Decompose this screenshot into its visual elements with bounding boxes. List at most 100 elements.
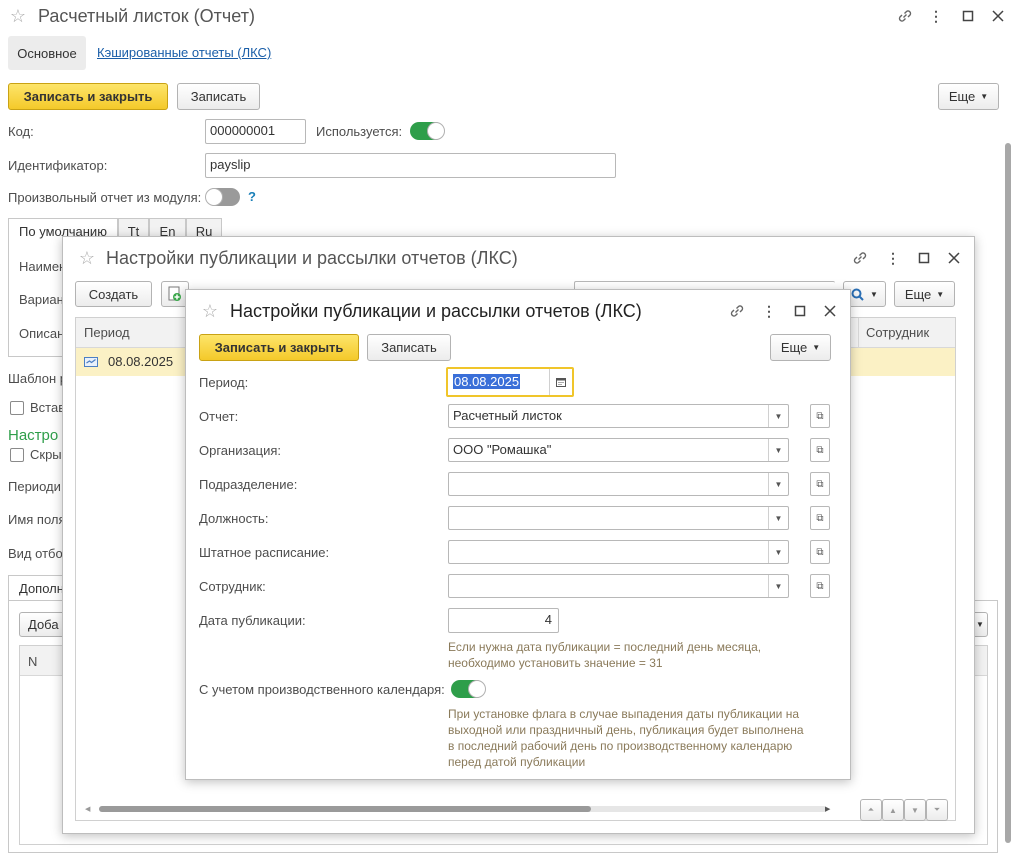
used-label: Используется: [316,124,403,139]
department-dropdown-button[interactable]: ▼ [768,473,788,495]
employee-label: Сотрудник: [199,579,266,594]
link-icon[interactable] [895,6,915,26]
calendar-toggle[interactable] [451,680,486,698]
employee-open-button[interactable]: ⧉ [810,574,830,598]
custom-report-toggle[interactable] [205,188,240,206]
link-icon[interactable] [727,301,747,321]
chevron-down-icon: ▼ [980,92,989,101]
column-period: Период [84,325,130,340]
tab-additional[interactable]: Дополн [8,575,64,600]
organization-label: Организация: [199,443,282,458]
staffing-dropdown-button[interactable]: ▼ [768,541,788,563]
hide-label: Скры [30,447,62,462]
close-icon[interactable] [944,248,964,268]
used-toggle[interactable] [410,122,445,140]
record-icon [84,357,98,367]
link-icon[interactable] [850,248,870,268]
search-icon [851,288,864,301]
position-open-button[interactable]: ⧉ [810,506,830,530]
main-scrollbar[interactable] [1005,143,1011,843]
employee-field[interactable]: ▼ [448,574,789,598]
more-vertical-icon[interactable]: ⋮ [759,301,779,321]
close-icon[interactable] [820,301,840,321]
column-n: N [28,654,38,669]
scroll-up-button[interactable]: ▲ [882,799,904,821]
period-field[interactable]: 08.08.2025 [446,367,574,397]
dialog-title: Настройки публикации и рассылки отчетов … [230,301,642,321]
field-name-label: Имя поля [8,512,66,527]
tab-cached-reports[interactable]: Кэшированные отчеты (ЛКС) [97,45,271,60]
dialog-save-and-close-button[interactable]: Записать и закрыть [199,334,359,361]
horizontal-scrollbar-thumb[interactable] [99,806,591,812]
dialog-more-label: Еще [780,340,808,355]
close-icon[interactable] [988,6,1008,26]
save-and-close-button[interactable]: Записать и закрыть [8,83,168,110]
organization-dropdown-button[interactable]: ▼ [768,439,788,461]
organization-field[interactable]: ООО "Ромашка" ▼ [448,438,789,462]
save-label: Записать [190,89,247,104]
department-field[interactable]: ▼ [448,472,789,496]
identifier-field[interactable]: payslip [205,153,616,178]
department-open-button[interactable]: ⧉ [810,472,830,496]
scroll-right-icon[interactable]: ▶ [825,805,830,813]
horizontal-scrollbar-track[interactable] [99,806,827,812]
report-open-button[interactable]: ⧉ [810,404,830,428]
list-more-button[interactable]: Еще ▼ [894,281,955,307]
position-field[interactable]: ▼ [448,506,789,530]
tab-cached-reports-label: Кэшированные отчеты (ЛКС) [97,45,272,60]
favorite-star-icon[interactable]: ☆ [8,6,28,26]
list-more-label: Еще [904,286,932,302]
publish-date-hint-line1: Если нужна дата публикации = последний д… [448,640,762,654]
scroll-down-button[interactable]: ▼ [904,799,926,821]
help-icon[interactable]: ? [248,189,256,204]
more-button[interactable]: Еще ▼ [938,83,999,110]
report-dropdown-button[interactable]: ▼ [768,405,788,427]
position-dropdown-button[interactable]: ▼ [768,507,788,529]
maximize-icon[interactable] [790,301,810,321]
dialog-save-label: Записать [381,340,437,355]
maximize-icon[interactable] [958,6,978,26]
favorite-star-icon[interactable]: ☆ [77,248,97,268]
page-title: Расчетный листок (Отчет) [38,6,255,26]
staffing-open-button[interactable]: ⧉ [810,540,830,564]
tab-additional-label: Дополн [19,580,64,596]
code-field[interactable]: 000000001 [205,119,306,144]
period-label: Период: [199,375,249,390]
insert-label: Встав [30,400,66,415]
publish-date-hint-line2: необходимо установить значение = 31 [448,656,663,670]
more-vertical-icon[interactable]: ⋮ [926,6,946,26]
scroll-bottom-button[interactable]: ⏷ [926,799,948,821]
maximize-icon[interactable] [914,248,934,268]
period-value: 08.08.2025 [453,374,521,389]
organization-value: ООО "Ромашка" [453,442,552,457]
save-button[interactable]: Записать [177,83,260,110]
scroll-top-button[interactable]: ⏶ [860,799,882,821]
employee-dropdown-button[interactable]: ▼ [768,575,788,597]
report-label: Отчет: [199,409,239,424]
tab-main[interactable]: Основное [8,36,86,70]
staffing-field[interactable]: ▼ [448,540,789,564]
chevron-down-icon: ▼ [870,289,878,299]
add-button[interactable]: Доба [19,612,67,637]
report-field[interactable]: Расчетный листок ▼ [448,404,789,428]
save-and-close-label: Записать и закрыть [23,89,153,104]
hide-checkbox[interactable] [10,448,24,462]
more-vertical-icon[interactable]: ⋮ [883,248,903,268]
calendar-button[interactable] [549,369,572,395]
favorite-star-icon[interactable]: ☆ [200,301,220,321]
more-label: Еще [948,89,976,104]
column-employee: Сотрудник [866,325,930,340]
chevron-down-icon: ▼ [976,620,984,629]
publish-date-field[interactable]: 4 [448,608,559,633]
list-window-title: Настройки публикации и рассылки отчетов … [106,248,518,268]
create-button[interactable]: Создать [75,281,152,307]
staffing-label: Штатное расписание: [199,545,330,560]
dialog-save-button[interactable]: Записать [367,334,451,361]
name-label: Наимен [19,259,67,274]
organization-open-button[interactable]: ⧉ [810,438,830,462]
scroll-left-icon[interactable]: ◀ [85,805,90,813]
dialog-more-button[interactable]: Еще ▼ [770,334,831,361]
create-label: Создать [88,286,139,302]
insert-checkbox[interactable] [10,401,24,415]
tab-main-label: Основное [17,45,77,61]
